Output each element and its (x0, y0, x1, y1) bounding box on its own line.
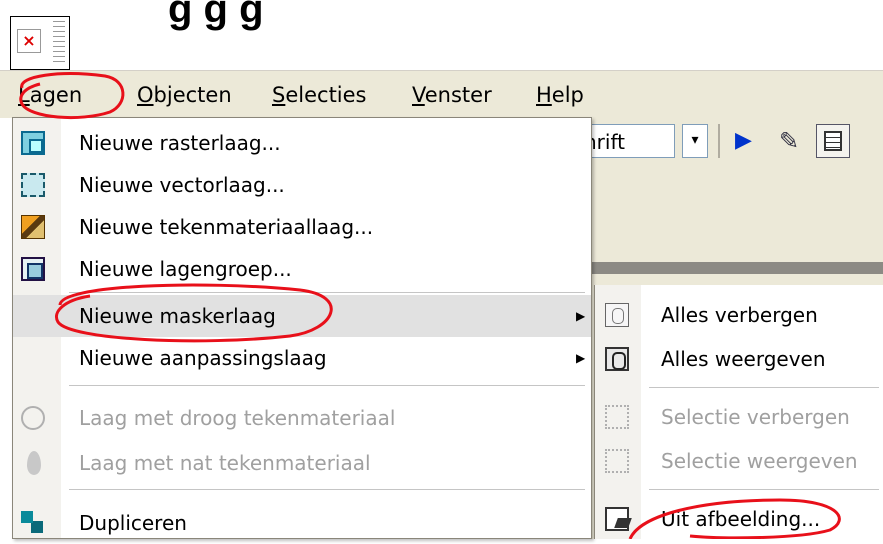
menu-item-label: Nieuwe maskerlaag (79, 304, 276, 328)
menu-item-label: Laag met droog tekenmateriaal (79, 406, 396, 430)
menu-separator (69, 489, 585, 490)
image-placeholder-lines (53, 21, 65, 65)
dry-media-icon (21, 406, 45, 430)
menu-item-label: Nieuwe rasterlaag... (79, 131, 281, 155)
submenu-item-from-image[interactable]: Uit afbeelding... (595, 497, 883, 541)
submenu-item-label: Selectie weergeven (661, 449, 858, 473)
submenu-item-label: Alles verbergen (661, 303, 818, 327)
art-media-layer-icon (21, 215, 45, 239)
menu-item-label: Nieuwe aanpassingslaag (79, 346, 327, 370)
submenu-item-show-selection[interactable]: Selectie weergeven (595, 439, 883, 483)
lagen-dropdown-menu: Nieuwe rasterlaag... Nieuwe vectorlaag..… (12, 117, 592, 539)
mask-layer-submenu: Alles verbergen Alles weergeven Selectie… (594, 285, 883, 539)
menu-item-label: Nieuwe tekenmateriaallaag... (79, 215, 374, 239)
submenu-item-label: Selectie verbergen (661, 405, 850, 429)
submenu-item-label: Uit afbeelding... (661, 507, 821, 531)
toolbar-separator (718, 124, 720, 158)
menu-objecten[interactable]: Objecten (133, 79, 236, 111)
script-icon[interactable]: ✎ (772, 124, 806, 158)
submenu-separator (649, 387, 879, 388)
menu-separator (69, 385, 585, 386)
menu-item-new-adjustment-layer[interactable]: Nieuwe aanpassingslaag ▶ (13, 337, 591, 379)
menu-item-dry-media-layer[interactable]: Laag met droog tekenmateriaal (13, 397, 591, 439)
menu-help[interactable]: Help (532, 79, 588, 111)
submenu-item-hide-all[interactable]: Alles verbergen (595, 293, 883, 337)
close-icon: × (17, 29, 41, 53)
vector-layer-icon (21, 173, 45, 197)
wet-media-icon (27, 451, 41, 475)
hide-all-mask-icon (605, 303, 629, 327)
submenu-item-hide-selection[interactable]: Selectie verbergen (595, 395, 883, 439)
submenu-item-show-all[interactable]: Alles weergeven (595, 337, 883, 381)
menu-lagen[interactable]: Lagen (14, 79, 86, 111)
menu-item-label: Nieuwe vectorlaag... (79, 173, 285, 197)
from-image-icon (605, 507, 629, 531)
page-title-fragment: g g g (168, 0, 264, 31)
duplicate-icon (21, 511, 45, 535)
menu-item-label: Nieuwe lagengroep... (79, 257, 292, 281)
submenu-separator (649, 489, 879, 490)
menu-item-new-raster-layer[interactable]: Nieuwe rasterlaag... (13, 122, 591, 164)
combo-dropdown-button[interactable]: ▾ (682, 124, 708, 158)
play-icon[interactable]: ▶ (735, 126, 752, 156)
menu-item-duplicate[interactable]: Dupliceren (13, 502, 591, 544)
submenu-item-label: Alles weergeven (661, 347, 826, 371)
menu-item-label: Dupliceren (79, 511, 187, 535)
menu-separator (69, 292, 585, 293)
palette-divider (580, 262, 883, 274)
submenu-arrow-icon: ▶ (576, 351, 586, 365)
show-all-mask-icon (605, 347, 629, 371)
broken-image-icon: × (10, 16, 70, 70)
menu-selecties[interactable]: Selecties (268, 79, 371, 111)
hide-selection-icon (605, 405, 629, 429)
menu-item-label: Laag met nat tekenmateriaal (79, 451, 371, 475)
layers-palette-icon[interactable] (816, 124, 850, 158)
menu-item-new-layer-group[interactable]: Nieuwe lagengroep... (13, 248, 591, 290)
menu-item-new-mask-layer[interactable]: Nieuwe maskerlaag ▶ (13, 295, 591, 337)
raster-layer-icon (21, 131, 45, 155)
menubar: Lagen Objecten Selecties Venster Help (0, 70, 883, 118)
menu-venster[interactable]: Venster (408, 79, 496, 111)
menu-item-new-art-media-layer[interactable]: Nieuwe tekenmateriaallaag... (13, 206, 591, 248)
submenu-arrow-icon: ▶ (576, 309, 586, 323)
menu-item-wet-media-layer[interactable]: Laag met nat tekenmateriaal (13, 442, 591, 484)
show-selection-icon (605, 449, 629, 473)
menu-item-new-vector-layer[interactable]: Nieuwe vectorlaag... (13, 164, 591, 206)
layer-group-icon (21, 257, 45, 281)
